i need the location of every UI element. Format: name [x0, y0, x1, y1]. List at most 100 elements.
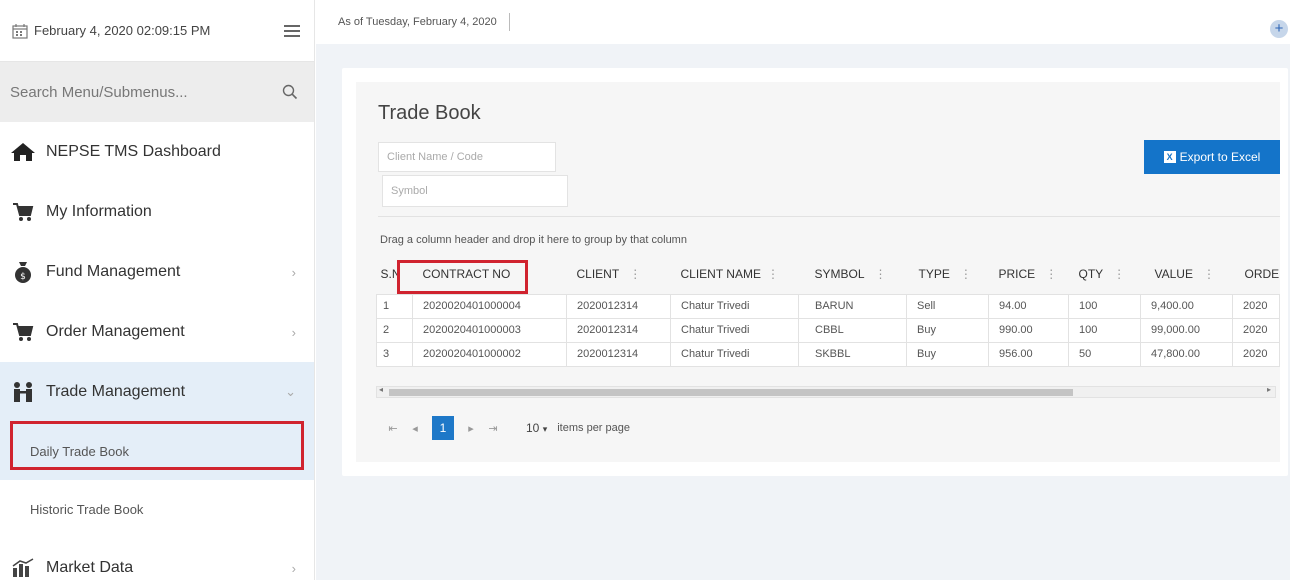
cell: 2020012314	[566, 317, 671, 343]
column-menu-icon[interactable]: ⋮	[1045, 267, 1057, 281]
chevron-right-icon: ›	[291, 560, 296, 576]
cell: 2020	[1232, 341, 1280, 367]
cell: Chatur Trivedi	[670, 341, 799, 367]
plus-icon[interactable]: +	[1270, 20, 1288, 38]
table-row[interactable]: 1 2020020401000004 2020012314 Chatur Tri…	[376, 293, 1280, 319]
current-page-button[interactable]: 1	[432, 416, 454, 440]
column-header-value[interactable]: VALUE ⋮	[1140, 254, 1233, 294]
column-header-client[interactable]: CLIENT ⋮	[566, 254, 671, 294]
column-menu-icon[interactable]: ⋮	[875, 267, 887, 281]
sidebar-item-label: Order Management	[46, 323, 185, 340]
page-size-value: 10	[526, 421, 540, 435]
page-size-select[interactable]: 10 ▾	[526, 421, 547, 435]
cell: 2020020401000002	[412, 341, 567, 367]
calendar-icon	[12, 23, 28, 39]
sidebar-item-fund-management[interactable]: $ Fund Management ›	[0, 242, 314, 302]
market-chart-icon	[10, 555, 36, 580]
header-label: ORDE	[1244, 266, 1280, 281]
cell: 99,000.00	[1140, 317, 1233, 343]
home-icon	[10, 139, 36, 165]
cell: 2020	[1232, 317, 1280, 343]
column-header-symbol[interactable]: SYMBOL ⋮	[798, 254, 907, 294]
cell: 9,400.00	[1140, 293, 1233, 319]
column-menu-icon[interactable]: ⋮	[960, 267, 972, 281]
cart-icon	[10, 199, 36, 225]
sidebar-item-trade-management[interactable]: Trade Management ⌄	[0, 362, 314, 422]
header-label: PRICE	[998, 266, 1036, 281]
header-label: TYPE	[918, 266, 950, 281]
symbol-filter-placeholder: Symbol	[391, 185, 428, 197]
chevron-right-icon: ›	[291, 264, 296, 280]
page-title: Trade Book	[378, 102, 481, 124]
cell: CBBL	[798, 317, 907, 343]
cell: 3	[376, 341, 413, 367]
cell: 990.00	[988, 317, 1069, 343]
search-icon[interactable]	[282, 84, 298, 100]
header-label: CLIENT	[576, 266, 620, 281]
sidebar-subitem-historic-trade-book[interactable]: Historic Trade Book	[0, 480, 314, 538]
prev-page-icon[interactable]: ◂	[404, 422, 426, 435]
cell: 94.00	[988, 293, 1069, 319]
column-header-type[interactable]: TYPE ⋮	[906, 254, 989, 294]
sidebar-item-market-data[interactable]: Market Data ›	[0, 538, 314, 580]
column-menu-icon[interactable]: ⋮	[767, 267, 779, 281]
last-page-icon[interactable]: ⇥	[482, 422, 504, 435]
divider	[508, 13, 510, 31]
table-row[interactable]: 2 2020020401000003 2020012314 Chatur Tri…	[376, 317, 1280, 343]
header-label: VALUE	[1154, 266, 1193, 281]
cell: 2	[376, 317, 413, 343]
chevron-down-icon: ⌄	[285, 384, 296, 399]
cell: SKBBL	[798, 341, 907, 367]
cell: Buy	[906, 341, 989, 367]
column-menu-icon[interactable]: ⋮	[629, 267, 641, 281]
column-header-qty[interactable]: QTY ⋮	[1068, 254, 1141, 294]
header-label: SYMBOL	[814, 266, 865, 281]
scrollbar-thumb[interactable]	[389, 389, 1073, 396]
current-datetime: February 4, 2020 02:09:15 PM	[34, 23, 211, 38]
column-header-order[interactable]: ORDE	[1232, 254, 1280, 294]
cell: 1	[376, 293, 413, 319]
top-bar: As of Tuesday, February 4, 2020	[316, 0, 1290, 44]
column-header-price[interactable]: PRICE ⋮	[988, 254, 1069, 294]
cell: 100	[1068, 317, 1141, 343]
table-row[interactable]: 3 2020020401000002 2020012314 Chatur Tri…	[376, 341, 1280, 367]
chevron-right-icon: ›	[291, 324, 296, 340]
cell: Chatur Trivedi	[670, 317, 799, 343]
symbol-filter-input[interactable]: Symbol	[382, 175, 568, 207]
hamburger-menu-icon[interactable]	[284, 24, 300, 37]
cell: 47,800.00	[1140, 341, 1233, 367]
money-bag-icon: $	[10, 259, 36, 285]
contract-no-highlight	[397, 260, 528, 294]
column-menu-icon[interactable]: ⋮	[1203, 267, 1215, 281]
sidebar-item-label: My Information	[46, 203, 152, 220]
first-page-icon[interactable]: ⇤	[382, 422, 404, 435]
cell: 2020020401000004	[412, 293, 567, 319]
cell: Buy	[906, 317, 989, 343]
cell: Sell	[906, 293, 989, 319]
cell: 2020012314	[566, 293, 671, 319]
menu-search-input[interactable]: Search Menu/Submenus...	[0, 62, 314, 122]
column-header-client-name[interactable]: CLIENT NAME ⋮	[670, 254, 799, 294]
client-filter-placeholder: Client Name / Code	[387, 151, 483, 163]
cell: 2020020401000003	[412, 317, 567, 343]
cell: 2020012314	[566, 341, 671, 367]
datetime-bar: February 4, 2020 02:09:15 PM	[0, 0, 314, 62]
next-page-icon[interactable]: ▸	[460, 422, 482, 435]
as-of-date: As of Tuesday, February 4, 2020	[338, 16, 497, 28]
scroll-left-icon[interactable]: ◂	[379, 385, 383, 394]
sidebar-item-dashboard[interactable]: NEPSE TMS Dashboard	[0, 122, 314, 182]
pager: ⇤ ◂ 1 ▸ ⇥ 10 ▾ items per page	[382, 416, 630, 440]
svg-text:$: $	[20, 272, 26, 282]
client-filter-input[interactable]: Client Name / Code	[378, 142, 556, 172]
cell: 956.00	[988, 341, 1069, 367]
column-menu-icon[interactable]: ⋮	[1113, 267, 1125, 281]
sidebar-item-my-information[interactable]: My Information	[0, 182, 314, 242]
divider	[378, 216, 1280, 217]
horizontal-scrollbar[interactable]: ◂ ▸	[376, 385, 1276, 398]
scroll-right-icon[interactable]: ▸	[1267, 385, 1271, 394]
cell: BARUN	[798, 293, 907, 319]
people-trade-icon	[10, 379, 36, 405]
export-to-excel-button[interactable]: X Export to Excel	[1144, 140, 1280, 174]
sidebar-item-order-management[interactable]: Order Management ›	[0, 302, 314, 362]
header-label: QTY	[1078, 266, 1104, 281]
